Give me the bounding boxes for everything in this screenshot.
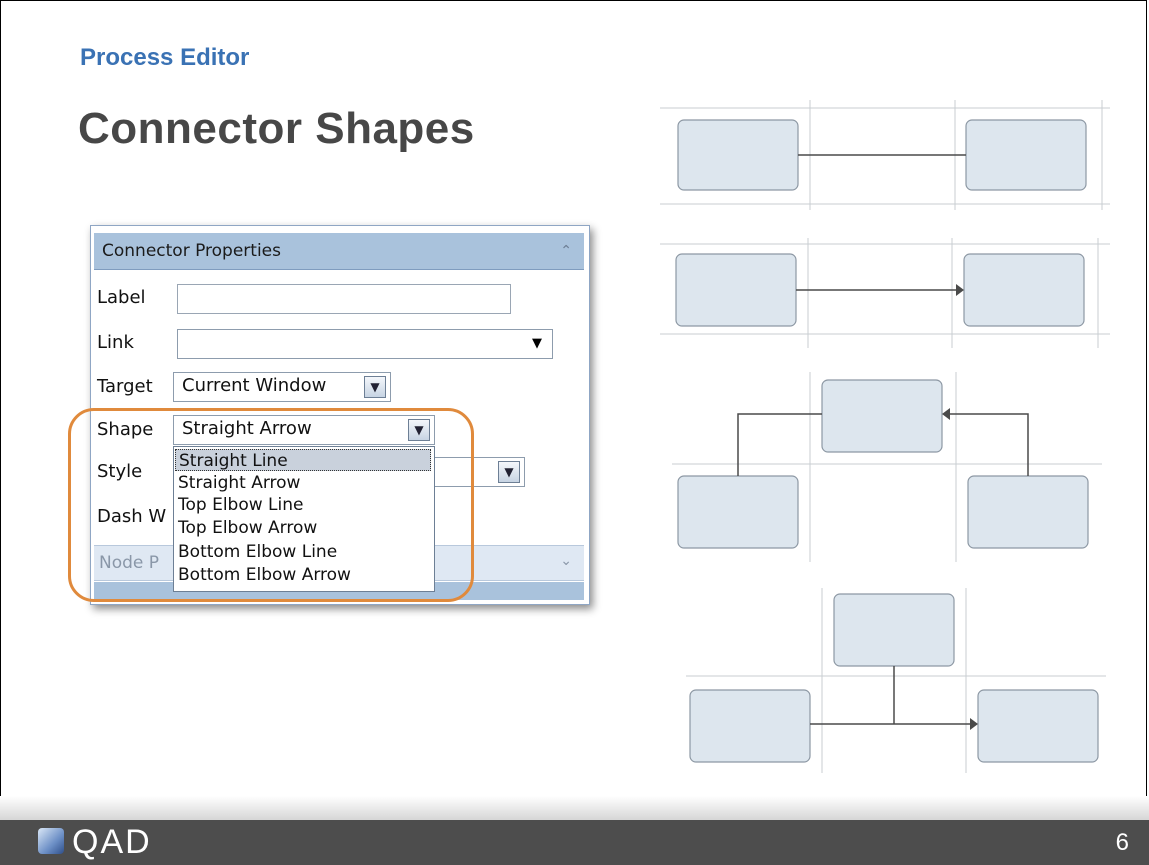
chevron-down-icon[interactable]: ▼	[498, 461, 520, 483]
panel-title: Connector Properties	[102, 241, 281, 261]
shape-highlight-ring	[68, 408, 474, 602]
chevron-down-icon[interactable]: ▼	[364, 376, 386, 398]
diagram-straight-arrow	[660, 238, 1110, 348]
link-field-label: Link	[97, 332, 134, 353]
link-select[interactable]: ▼	[177, 329, 553, 359]
chevron-up-icon[interactable]: ⌃	[560, 243, 572, 259]
chevron-down-icon[interactable]: ⌄	[560, 553, 572, 569]
label-input[interactable]	[177, 284, 511, 314]
logo-text: QAD	[72, 823, 152, 861]
dropdown-arrow-icon: ▼	[532, 336, 542, 351]
page-number: 6	[1115, 829, 1129, 856]
qad-logo-icon	[38, 828, 64, 854]
footer-fade	[0, 796, 1149, 820]
diagram-bottom-elbow-arrow	[686, 588, 1106, 773]
diagram-top-elbow-arrow	[672, 372, 1102, 562]
target-field-label: Target	[97, 376, 153, 397]
panel-header[interactable]: Connector Properties ⌃	[94, 233, 584, 270]
slide-footer	[0, 820, 1149, 865]
slide-eyebrow: Process Editor	[80, 44, 250, 71]
slide-title: Connector Shapes	[78, 104, 475, 153]
label-field-label: Label	[97, 287, 146, 308]
diagram-straight-line	[660, 100, 1110, 210]
target-select[interactable]: Current Window ▼	[173, 372, 391, 402]
